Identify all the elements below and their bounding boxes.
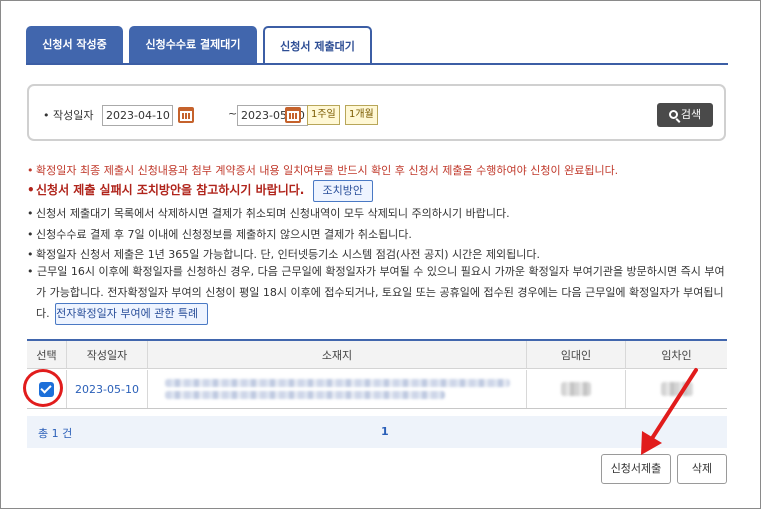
tab-bar: 신청서 작성중 신청수수료 결제대기 신청서 제출대기 bbox=[26, 26, 728, 65]
header-address: 소재지 bbox=[148, 341, 527, 368]
tab-submit-pending[interactable]: 신청서 제출대기 bbox=[263, 26, 372, 65]
row-date-link[interactable]: 2023-05-10 bbox=[75, 383, 139, 396]
tab-payment-pending[interactable]: 신청수수료 결제대기 bbox=[129, 26, 257, 64]
table-row[interactable]: 2023-05-10 bbox=[23, 369, 727, 409]
search-button[interactable]: 검색 bbox=[657, 103, 713, 127]
table-header: 선택 작성일자 소재지 임대인 임차인 bbox=[27, 341, 727, 369]
delete-button[interactable]: 삭제 bbox=[677, 454, 727, 484]
redacted-tenant bbox=[660, 382, 693, 396]
tab-draft[interactable]: 신청서 작성중 bbox=[26, 26, 123, 64]
total-count: 총 1 건 bbox=[38, 427, 73, 440]
notice-item: • 신청수수료 결제 후 7일 이내에 신청정보를 제출하지 않으시면 결제가 취… bbox=[27, 228, 412, 241]
period-week-button[interactable]: 1주일 bbox=[307, 105, 340, 125]
row-select-cell bbox=[23, 369, 67, 408]
header-landlord: 임대인 bbox=[527, 341, 626, 368]
header-tenant: 임차인 bbox=[661, 348, 692, 362]
header-select: 선택 bbox=[27, 341, 67, 368]
search-panel: • 작성일자 2023-04-10 ~ 2023-05-10 1주일 1개월 검… bbox=[27, 84, 726, 141]
tab-underline bbox=[26, 63, 728, 65]
search-icon bbox=[668, 110, 678, 119]
submit-application-button[interactable]: 신청서제출 bbox=[601, 454, 671, 484]
calendar-icon[interactable] bbox=[285, 107, 301, 123]
date-from-input[interactable]: 2023-04-10 bbox=[102, 105, 173, 126]
redacted-landlord bbox=[561, 382, 591, 396]
date-separator: ~ bbox=[228, 107, 238, 120]
summary-bar: 총 1 건 1 bbox=[27, 416, 727, 448]
page-number[interactable]: 1 bbox=[381, 425, 389, 438]
row-tenant-cell bbox=[626, 370, 727, 408]
redacted-line bbox=[164, 379, 510, 387]
row-landlord-cell bbox=[527, 370, 626, 408]
notice-item: • 근무일 16시 이후에 확정일자를 신청하신 경우, 다음 근무일에 확정일… bbox=[27, 261, 732, 325]
redacted-line bbox=[164, 391, 445, 399]
header-date: 작성일자 bbox=[67, 341, 148, 368]
highlight-circle bbox=[23, 369, 63, 407]
notice-item: • 신청서 제출대기 목록에서 삭제하시면 결제가 취소되며 신청내역이 모두 삭… bbox=[27, 207, 510, 220]
submission-table: 선택 작성일자 소재지 임대인 임차인 2023-05-10 bbox=[23, 339, 727, 409]
period-month-button[interactable]: 1개월 bbox=[345, 105, 378, 125]
row-date-cell: 2023-05-10 bbox=[67, 370, 148, 408]
date-label: • 작성일자 bbox=[43, 109, 94, 122]
redacted-address bbox=[164, 379, 510, 399]
calendar-icon[interactable] bbox=[178, 107, 194, 123]
special-provision-button[interactable]: 전자확정일자 부여에 관한 특례 bbox=[55, 303, 209, 325]
remedy-button[interactable]: 조치방안 bbox=[312, 179, 374, 202]
row-address-cell bbox=[148, 370, 527, 408]
notice-item: •신청서 제출 실패시 조치방안을 참고하시기 바랍니다. 조치방안 bbox=[27, 179, 374, 202]
